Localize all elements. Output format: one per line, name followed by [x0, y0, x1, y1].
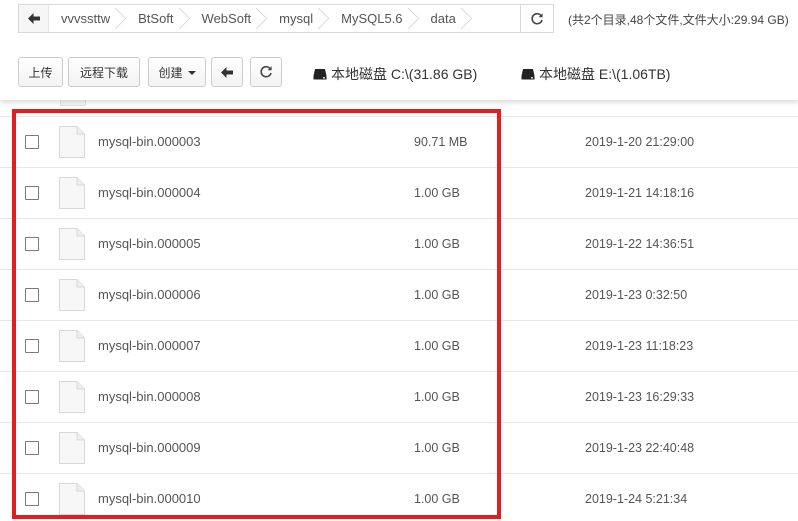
table-row[interactable]: mysql-bin.000007 1.00 GB 2019-1-23 11:18:2…	[0, 321, 798, 372]
row-checkbox[interactable]	[25, 186, 39, 200]
file-modified-time: 2019-1-24 5:21:34	[585, 492, 688, 506]
breadcrumb-item[interactable]: WebSoft	[188, 5, 266, 32]
upload-label: 上传	[28, 65, 53, 80]
file-icon	[59, 279, 85, 311]
arrow-left-icon	[27, 13, 40, 24]
file-list: mysql-bin.000003 90.71 MB 2019-1-20 21:29:…	[0, 100, 798, 521]
row-checkbox[interactable]	[25, 339, 39, 353]
table-row[interactable]: mysql-bin.000006 1.00 GB 2019-1-23 0:32:50	[0, 270, 798, 321]
breadcrumb-item[interactable]: MySQL5.6	[327, 5, 416, 32]
row-checkbox[interactable]	[25, 288, 39, 302]
path-refresh-button[interactable]	[521, 4, 554, 33]
arrow-left-icon	[221, 66, 233, 78]
file-icon	[59, 381, 85, 413]
file-name[interactable]: mysql-bin.000005	[98, 236, 201, 251]
hard-drive-icon	[521, 69, 535, 80]
breadcrumb: vvvssttw BtSoft WebSoft mysql MySQL5.6 data	[18, 4, 521, 33]
row-checkbox[interactable]	[25, 237, 39, 251]
file-size: 90.71 MB	[414, 135, 468, 149]
remote-download-button[interactable]: 远程下载	[68, 57, 140, 87]
file-icon	[60, 100, 86, 106]
refresh-icon	[260, 65, 272, 78]
refresh-icon	[531, 12, 543, 24]
row-checkbox[interactable]	[25, 441, 39, 455]
breadcrumb-item[interactable]: BtSoft	[124, 5, 187, 32]
file-modified-time: 2019-1-23 11:18:23	[585, 339, 694, 353]
file-icon	[59, 126, 85, 158]
directory-summary: (共2个目录,48个文件,文件大小:29.94 GB)	[568, 13, 789, 27]
file-name[interactable]: mysql-bin.000010	[98, 491, 201, 506]
row-checkbox[interactable]	[25, 492, 39, 506]
remote-download-label: 远程下载	[79, 65, 128, 80]
table-row[interactable]: mysql-bin.000010 1.00 GB 2019-1-24 5:21:34	[0, 474, 798, 521]
file-name[interactable]: mysql-bin.000003	[98, 134, 201, 149]
create-label: 创建	[158, 65, 183, 80]
disk-e-link[interactable]: 本地磁盘 E:\(1.06TB)	[521, 64, 670, 84]
file-name[interactable]: mysql-bin.000004	[98, 185, 201, 200]
file-name[interactable]: mysql-bin.000007	[98, 338, 201, 353]
disk-c-label: 本地磁盘 C:\(31.86 GB)	[331, 66, 478, 82]
file-size: 1.00 GB	[414, 390, 460, 404]
row-checkbox[interactable]	[25, 135, 39, 149]
toolbar: 上传 远程下载 创建 本地磁盘 C:\(31.86 GB) 本地磁盘 E:\(1…	[0, 38, 798, 100]
file-modified-time: 2019-1-23 22:40:48	[585, 441, 695, 455]
table-row[interactable]: mysql-bin.000005 1.00 GB 2019-1-22 14:36:5…	[0, 219, 798, 270]
file-icon	[59, 432, 85, 464]
path-bar: vvvssttw BtSoft WebSoft mysql MySQL5.6 data (…	[0, 0, 798, 38]
file-size: 1.00 GB	[414, 339, 460, 353]
partial-row	[0, 100, 798, 117]
upload-button[interactable]: 上传	[18, 57, 63, 87]
disk-c-link[interactable]: 本地磁盘 C:\(31.86 GB)	[313, 64, 477, 84]
table-row[interactable]: mysql-bin.000008 1.00 GB 2019-1-23 16:29:3…	[0, 372, 798, 423]
file-name[interactable]: mysql-bin.000009	[98, 440, 201, 455]
disk-e-label: 本地磁盘 E:\(1.06TB)	[539, 66, 671, 82]
breadcrumb-item[interactable]: mysql	[265, 5, 327, 32]
create-dropdown-button[interactable]: 创建	[148, 57, 206, 87]
file-size: 1.00 GB	[414, 288, 460, 302]
breadcrumb-item[interactable]: data	[417, 5, 470, 32]
hard-drive-icon	[313, 69, 327, 80]
row-checkbox[interactable]	[25, 390, 39, 404]
file-name[interactable]: mysql-bin.000006	[98, 287, 201, 302]
file-size: 1.00 GB	[414, 186, 460, 200]
file-size: 1.00 GB	[414, 441, 460, 455]
file-modified-time: 2019-1-20 21:29:00	[585, 135, 695, 149]
refresh-button[interactable]	[250, 57, 282, 87]
file-modified-time: 2019-1-22 14:36:51	[585, 237, 695, 251]
file-icon	[59, 228, 85, 260]
back-button[interactable]	[211, 57, 243, 87]
table-row[interactable]: mysql-bin.000004 1.00 GB 2019-1-21 14:18:1…	[0, 168, 798, 219]
table-row[interactable]: mysql-bin.000003 90.71 MB 2019-1-20 21:29:…	[0, 117, 798, 168]
file-icon	[59, 483, 85, 515]
file-icon	[59, 330, 85, 362]
file-icon	[59, 177, 85, 209]
file-modified-time: 2019-1-21 14:18:16	[585, 186, 695, 200]
file-size: 1.00 GB	[414, 237, 460, 251]
caret-down-icon	[187, 70, 196, 75]
file-size: 1.00 GB	[414, 492, 460, 506]
file-modified-time: 2019-1-23 16:29:33	[585, 390, 695, 404]
table-row[interactable]: mysql-bin.000009 1.00 GB 2019-1-23 22:40:4…	[0, 423, 798, 474]
file-modified-time: 2019-1-23 0:32:50	[585, 288, 688, 302]
breadcrumb-item[interactable]: vvvssttw	[49, 5, 124, 32]
file-name[interactable]: mysql-bin.000008	[98, 389, 201, 404]
path-back-button[interactable]	[19, 5, 49, 32]
